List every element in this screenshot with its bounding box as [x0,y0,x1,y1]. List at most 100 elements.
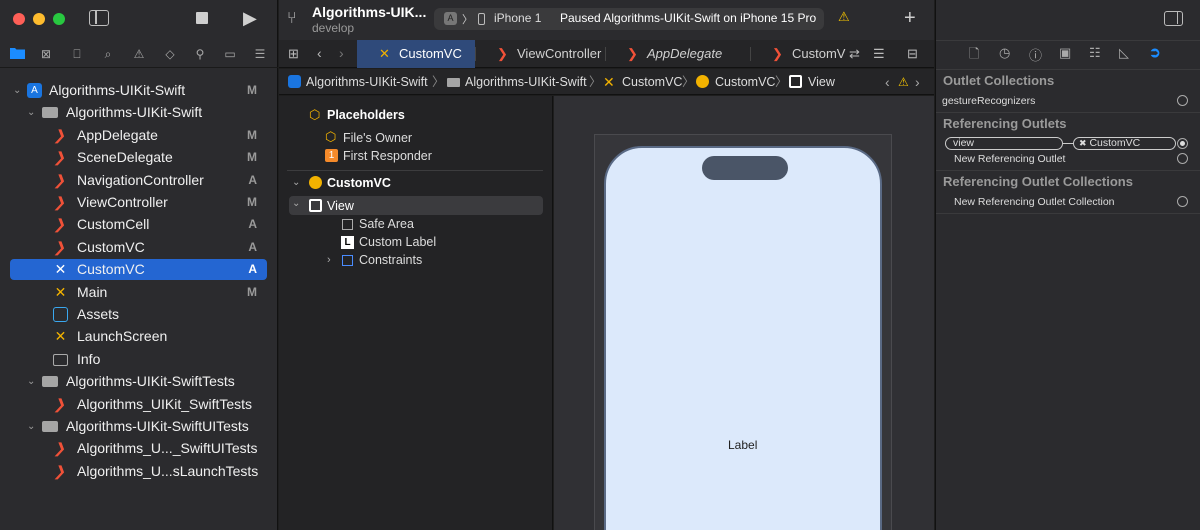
connect-circle-icon[interactable] [1177,95,1188,106]
chevron-down-icon[interactable]: ⌄ [27,102,35,123]
forward-arrow-icon[interactable]: › [339,45,344,61]
outlet-gesture-recognizers[interactable]: gestureRecognizers [942,93,1194,109]
stop-icon[interactable] [196,12,208,24]
chevron-down-icon[interactable]: ⌄ [27,371,35,392]
find-navigator-icon[interactable]: ⌕ [100,46,116,62]
navigator-item[interactable]: ❯ Algorithms_UIKit_SwiftTests [10,394,267,415]
outline-view[interactable]: View [327,197,354,215]
navigator-item[interactable]: ✕ CustomVC A [10,259,267,281]
outline-first-responder[interactable]: First Responder [343,147,432,165]
size-inspector-icon[interactable]: ◺ [1119,45,1129,61]
breakpoint-navigator-icon[interactable]: ▭ [222,46,238,62]
connect-circle-icon[interactable] [1177,153,1188,164]
scm-status-badge: M [247,284,257,299]
outlet-view-connection[interactable]: view ✖ CustomVC [942,136,1194,152]
bookmark-navigator-icon[interactable]: ⎕ [69,46,85,62]
close-window-button[interactable] [13,13,25,25]
first-responder-icon: 1 [325,149,338,162]
issue-navigator-icon[interactable]: ⚠ [131,46,147,62]
run-icon[interactable]: ▶ [243,8,257,29]
outline-view-row[interactable]: ⌄ View [289,196,543,215]
inspector-toggle-icon[interactable] [1164,11,1183,26]
new-referencing-outlet-collection[interactable]: New Referencing Outlet Collection [942,194,1194,210]
navigator-item[interactable]: ❯ Algorithms_U...sLaunchTests [10,461,267,482]
chevron-down-icon[interactable]: ⌄ [292,174,300,192]
new-referencing-outlet[interactable]: New Referencing Outlet [942,151,1194,167]
folder-icon [447,78,460,87]
editor-options-icon[interactable]: ☰ [873,46,885,62]
branch-name[interactable]: develop [312,21,354,35]
jump-view[interactable]: View [808,69,835,95]
jump-project[interactable]: Algorithms-UIKit-Swift [306,69,428,95]
next-issue-icon[interactable]: › [915,69,920,95]
navigator-item[interactable]: ❯ Algorithms_U..._SwiftUITests [10,438,267,459]
editor-tab[interactable]: ✕ CustomVC [357,40,475,68]
navigator-item[interactable]: ❯ CustomCell A [10,214,267,235]
connected-circle-icon[interactable] [1177,138,1188,149]
navigator-item-label: Main [77,283,108,300]
chevron-down-icon[interactable]: ⌄ [292,195,300,213]
back-arrow-icon[interactable]: ‹ [317,45,322,61]
jump-group[interactable]: Algorithms-UIKit-Swift [465,69,587,95]
navigator-item[interactable]: ⌄ Algorithms-UIKit-SwiftTests [10,371,267,392]
chevron-down-icon[interactable]: ⌄ [13,80,21,101]
navigator-item[interactable]: ❯ SceneDelegate M [10,147,267,168]
iphone-view[interactable]: Label [604,146,882,530]
navigator-item[interactable]: ⌄ Algorithms-UIKit-Swift [10,102,267,123]
warning-icon[interactable]: ⚠ [898,69,909,95]
project-navigator-icon[interactable] [9,46,25,62]
editor-tab[interactable]: ❯ ViewController [475,40,605,68]
help-inspector-icon[interactable]: ⓘ [1029,45,1042,64]
navigator-item[interactable]: Assets [10,304,267,325]
target-pill[interactable]: ✖ CustomVC [1073,137,1176,150]
outline-constraints[interactable]: Constraints [359,251,422,269]
outline-placeholders[interactable]: Placeholders [327,106,405,124]
navigator-item[interactable]: Info [10,349,267,370]
scheme-and-status[interactable]: A 〉 iPhone 1 Paused Algorithms-UIKit-Swi… [434,8,850,30]
split-editor-icon[interactable]: ⊟ [907,46,918,62]
jump-scene[interactable]: CustomVC [715,69,775,95]
chevron-right-icon[interactable]: › [327,251,331,269]
navigator-item[interactable]: ⌄ Algorithms-UIKit-SwiftUITests [10,416,267,437]
interface-builder-canvas[interactable]: Label [554,96,934,530]
jump-file[interactable]: CustomVC [622,69,682,95]
editor-tab[interactable]: ❯ AppDelegate [605,40,750,68]
identity-inspector-icon[interactable]: ▣ [1059,45,1071,61]
history-inspector-icon[interactable]: ◷ [999,45,1010,61]
run-destination[interactable]: iPhone 1 [494,11,541,25]
connections-inspector-icon[interactable]: ➲ [1149,44,1161,61]
editor-tab[interactable]: ❯ CustomV [750,40,845,68]
debug-navigator-icon[interactable]: ⚲ [192,46,208,62]
report-navigator-icon[interactable]: ☰ [252,46,268,62]
chevron-down-icon[interactable]: ⌄ [27,416,35,437]
navigator-item[interactable]: ❯ NavigationController A [10,170,267,191]
outline-custom-vc[interactable]: CustomVC [327,174,391,192]
warning-icon[interactable]: ⚠ [838,9,850,25]
swap-icon[interactable]: ⇄ [849,46,860,62]
navigator-item[interactable]: ❯ AppDelegate M [10,125,267,146]
minimize-window-button[interactable] [33,13,45,25]
file-inspector-icon[interactable]: 🗋 [969,45,979,67]
navigator-item[interactable]: ❯ ViewController M [10,192,267,213]
outlet-pill[interactable]: view [945,137,1063,150]
project-name[interactable]: Algorithms-UIK... [312,4,426,20]
connect-circle-icon[interactable] [1177,196,1188,207]
grid-icon[interactable]: ⊞ [288,46,299,62]
attributes-inspector-icon[interactable]: ☷ [1089,45,1101,61]
source-control-navigator-icon[interactable]: ⊠ [38,46,54,62]
outline-custom-label[interactable]: Custom Label [359,233,436,251]
chevron-right-icon: 〉 [775,75,788,89]
outline-files-owner[interactable]: File's Owner [343,129,412,147]
prev-issue-icon[interactable]: ‹ [885,69,890,95]
outline-safe-area[interactable]: Safe Area [359,215,414,233]
add-button[interactable]: + [904,7,916,30]
remove-connection-icon[interactable]: ✖ [1079,138,1087,148]
navigator-item[interactable]: ❯ CustomVC A [10,237,267,258]
sidebar-toggle-icon[interactable] [89,10,109,26]
test-navigator-icon[interactable]: ◇ [162,46,178,62]
navigator-item[interactable]: ✕ LaunchScreen [10,326,267,347]
custom-label[interactable]: Label [728,438,757,452]
navigator-item[interactable]: ✕ Main M [10,282,267,303]
zoom-window-button[interactable] [53,13,65,25]
navigator-item[interactable]: ⌄ A Algorithms-UIKit-Swift M [10,80,267,101]
